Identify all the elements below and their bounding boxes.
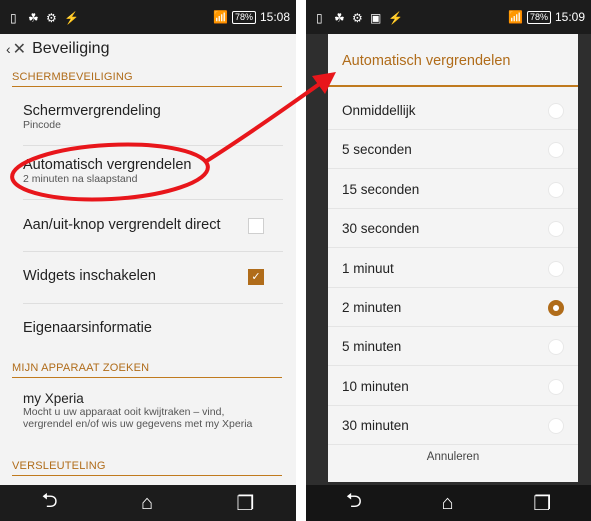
usb-icon: ⚡ [388, 11, 403, 25]
divider [23, 251, 283, 252]
power-button-lock-item[interactable]: Aan/uit-knop vergrendelt direct [23, 217, 273, 233]
option-row[interactable]: 30 seconden [328, 209, 578, 249]
battery-icon: 78% [526, 10, 551, 24]
settings-icon: ⚙ [46, 11, 57, 25]
radio-button[interactable] [548, 339, 564, 356]
notification-icon: ▯ [316, 11, 323, 25]
screen-lock-subtitle: Pincode [23, 119, 61, 131]
divider [328, 444, 578, 446]
divider [23, 199, 283, 200]
status-time: 15:08 [259, 10, 290, 24]
cancel-button[interactable]: Annuleren [328, 451, 578, 463]
option-row[interactable]: 30 minuten [328, 406, 578, 446]
my-xperia-title: my Xperia [23, 391, 84, 406]
notification-icon: ▯ [10, 11, 17, 25]
auto-lock-subtitle: 2 minuten na slaapstand [23, 173, 138, 185]
back-arrow-icon[interactable]: ‹ [6, 41, 11, 57]
my-xperia-item[interactable]: my Xperia Mocht u uw apparaat ooit kwijt… [23, 391, 273, 430]
app-icon: ☘ [28, 11, 39, 25]
page-title: Beveiliging [32, 40, 110, 57]
owner-info-item[interactable]: Eigenaarsinformatie [23, 320, 273, 336]
option-row[interactable]: 15 seconden [328, 170, 578, 209]
section-header-versleuteling: VERSLEUTELING [12, 460, 282, 476]
wifi-icon: 📶 [213, 10, 228, 24]
widgets-item[interactable]: Widgets inschakelen [23, 268, 273, 284]
option-label: 30 seconden [342, 221, 420, 237]
widgets-title: Widgets inschakelen [23, 268, 156, 284]
radio-button[interactable] [548, 221, 564, 238]
image-icon: ▣ [370, 11, 382, 25]
option-row[interactable]: 5 seconden [328, 130, 578, 170]
power-button-lock-title: Aan/uit-knop vergrendelt direct [23, 217, 221, 233]
usb-icon: ⚡ [64, 11, 79, 25]
radio-button[interactable] [548, 418, 564, 435]
auto-lock-title: Automatisch vergrendelen [23, 157, 192, 173]
widgets-checkbox[interactable]: ✓ [248, 269, 264, 285]
back-nav-icon[interactable]: ⮌ [346, 486, 362, 520]
recent-apps-icon[interactable]: ❐ [533, 491, 551, 516]
radio-button[interactable] [548, 142, 564, 159]
option-row[interactable]: Onmiddellijk [328, 91, 578, 130]
option-label: 5 minuten [342, 339, 402, 355]
option-label: Onmiddellijk [342, 103, 416, 118]
owner-info-title: Eigenaarsinformatie [23, 320, 152, 336]
radio-button[interactable] [548, 260, 564, 277]
home-nav-icon[interactable]: ⌂ [141, 492, 153, 515]
auto-lock-item[interactable]: Automatisch vergrendelen 2 minuten na sl… [23, 157, 273, 185]
navigation-bar: ⮌ ⌂ ❐ [0, 485, 296, 521]
home-nav-icon[interactable]: ⌂ [441, 492, 453, 515]
dialog-title-rule [328, 85, 578, 87]
action-bar: ‹ ✕ Beveiliging [0, 34, 296, 64]
recent-apps-icon[interactable]: ❐ [236, 491, 254, 516]
radio-button[interactable] [548, 300, 564, 316]
screen-lock-item[interactable]: Schermvergrendeling Pincode [23, 103, 273, 131]
status-time: 15:09 [554, 10, 585, 24]
section-header-schermbeveiliging: SCHERMBEVEILIGING [12, 71, 282, 87]
settings-icon: ⚙ [352, 11, 363, 25]
dialog-title: Automatisch vergrendelen [342, 53, 511, 69]
option-label: 10 minuten [342, 378, 409, 394]
option-row[interactable]: 10 minuten [328, 367, 578, 406]
navigation-bar: ⮌ ⌂ ❐ [306, 485, 591, 521]
left-phone-screen: ▯ ☘ ⚙ ⚡ 📶 78% 15:08 ‹ ✕ Beveiliging SCHE… [0, 0, 296, 521]
app-icon: ☘ [334, 11, 345, 25]
tools-icon: ✕ [12, 41, 27, 58]
section-header-mijn-apparaat-zoeken: MIJN APPARAAT ZOEKEN [12, 362, 282, 378]
status-bar: ▯ ☘ ⚙ ⚡ 📶 78% 15:08 [0, 0, 296, 34]
divider [23, 145, 283, 146]
option-row[interactable]: 2 minuten [328, 288, 578, 327]
divider [23, 303, 283, 304]
screen-lock-title: Schermvergrendeling [23, 103, 161, 119]
power-button-lock-checkbox[interactable] [248, 218, 264, 234]
auto-lock-dialog: Automatisch vergrendelen Onmiddellijk 5 s… [328, 34, 578, 482]
option-label: 2 minuten [342, 300, 402, 315]
option-row[interactable]: 5 minuten [328, 327, 578, 367]
back-nav-icon[interactable]: ⮌ [42, 486, 58, 520]
option-label: 5 seconden [342, 142, 412, 158]
radio-button[interactable] [548, 181, 564, 198]
status-bar: ▯ ☘ ⚙ ▣ ⚡ 📶 78% 15:09 [306, 0, 591, 34]
radio-button[interactable] [548, 378, 564, 395]
my-xperia-subtitle: Mocht u uw apparaat ooit kwijtraken – vi… [23, 406, 253, 430]
wifi-icon: 📶 [508, 10, 523, 24]
option-label: 30 minuten [342, 418, 409, 434]
battery-icon: 78% [231, 10, 256, 24]
option-label: 1 minuut [342, 260, 394, 276]
option-label: 15 seconden [342, 181, 420, 197]
option-row[interactable]: 1 minuut [328, 249, 578, 288]
radio-button[interactable] [548, 103, 564, 119]
